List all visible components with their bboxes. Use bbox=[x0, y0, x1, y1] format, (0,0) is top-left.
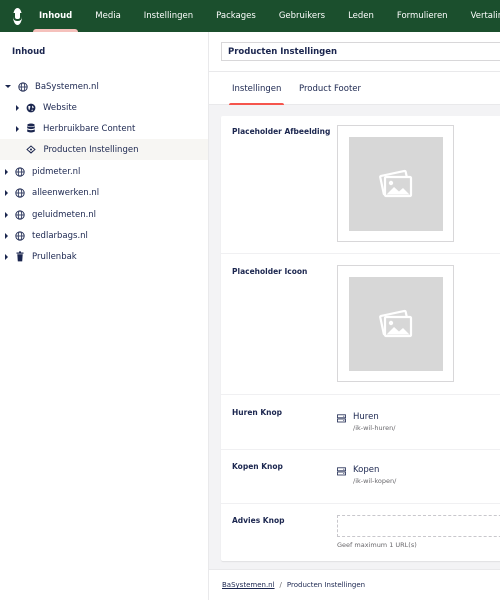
link-url: /ik-wil-huren/ bbox=[353, 424, 396, 432]
tree-item-label: alleenwerken.nl bbox=[32, 187, 100, 198]
caret-right-icon[interactable] bbox=[16, 125, 19, 132]
content-tree-sidebar: Inhoud BaSystemen.nl Website Herbruikbar… bbox=[0, 32, 209, 600]
tab-product-footer[interactable]: Product Footer bbox=[299, 72, 361, 105]
editor-header bbox=[209, 32, 500, 71]
link-icon bbox=[337, 414, 346, 423]
globe-filled-icon bbox=[25, 102, 36, 113]
link-item-kopen[interactable]: Kopen /ik-wil-kopen/ bbox=[337, 465, 396, 485]
placeholder-icoon-picker[interactable] bbox=[337, 265, 454, 382]
top-navigation-bar: Inhoud Media Instellingen Packages Gebru… bbox=[0, 0, 500, 32]
nav-item-instellingen[interactable]: Instellingen bbox=[144, 0, 193, 32]
link-url: /ik-wil-kopen/ bbox=[353, 477, 397, 485]
tree-item-tedlarbags[interactable]: tedlarbags.nl bbox=[0, 225, 208, 246]
tab-label: Product Footer bbox=[299, 83, 362, 94]
caret-down-icon[interactable] bbox=[5, 85, 11, 88]
link-icon bbox=[337, 467, 346, 476]
settings-icon bbox=[26, 144, 37, 155]
tab-instellingen[interactable]: Instellingen bbox=[229, 72, 285, 105]
image-icon bbox=[379, 169, 413, 198]
image-placeholder[interactable] bbox=[349, 277, 443, 371]
globe-icon bbox=[14, 209, 25, 220]
property-label-advies-knop: Advies Knop bbox=[232, 516, 285, 525]
globe-icon bbox=[14, 166, 25, 177]
breadcrumb: BaSystemen.nl / Producten Instellingen bbox=[209, 569, 500, 600]
tree-item-herbruikbare-content[interactable]: Herbruikbare Content bbox=[0, 118, 208, 139]
caret-right-icon[interactable] bbox=[5, 189, 8, 196]
link-name: Kopen bbox=[353, 465, 380, 475]
breadcrumb-link-basystemen[interactable]: BaSystemen.nl bbox=[222, 581, 275, 589]
property-label-placeholder-icoon: Placeholder Icoon bbox=[232, 267, 308, 276]
properties-panel: Placeholder Afbeelding Placeholder Icoon bbox=[221, 116, 500, 561]
link-name: Huren bbox=[353, 412, 379, 422]
image-icon bbox=[379, 309, 413, 338]
tree-item-label: Prullenbak bbox=[32, 251, 77, 262]
editor-tabs: Instellingen Product Footer bbox=[209, 71, 500, 105]
caret-right-icon[interactable] bbox=[16, 104, 19, 111]
content-editor: Instellingen Product Footer Placeholder … bbox=[209, 32, 500, 600]
property-label-kopen-knop: Kopen Knop bbox=[232, 462, 283, 471]
tree-item-alleenwerken[interactable]: alleenwerken.nl bbox=[0, 182, 208, 203]
placeholder-afbeelding-picker[interactable] bbox=[337, 125, 454, 242]
property-label-placeholder-afbeelding: Placeholder Afbeelding bbox=[232, 127, 331, 136]
nav-item-packages[interactable]: Packages bbox=[216, 0, 256, 32]
add-link-button[interactable] bbox=[337, 515, 500, 537]
tree-item-basystemen[interactable]: BaSystemen.nl bbox=[0, 76, 208, 97]
database-icon bbox=[25, 123, 36, 134]
active-tab-indicator bbox=[229, 103, 285, 105]
tree-item-label: Website bbox=[43, 102, 77, 113]
nav-item-leden[interactable]: Leden bbox=[348, 0, 374, 32]
tree-item-label: Producten Instellingen bbox=[43, 144, 139, 155]
nav-item-vertaling[interactable]: Vertaling bbox=[471, 0, 500, 32]
caret-right-icon[interactable] bbox=[5, 253, 8, 260]
caret-right-icon[interactable] bbox=[5, 168, 8, 175]
globe-icon bbox=[17, 81, 28, 92]
tree-item-label: BaSystemen.nl bbox=[35, 81, 99, 92]
tab-label: Instellingen bbox=[232, 83, 282, 94]
tree-item-label: geluidmeten.nl bbox=[32, 209, 97, 220]
globe-icon bbox=[14, 230, 25, 241]
link-item-huren[interactable]: Huren /ik-wil-huren/ bbox=[337, 412, 395, 432]
tree-item-label: tedlarbags.nl bbox=[32, 230, 88, 241]
nav-item-media[interactable]: Media bbox=[95, 0, 121, 32]
globe-icon bbox=[14, 187, 25, 198]
nav-item-formulieren[interactable]: Formulieren bbox=[397, 0, 448, 32]
nav-item-inhoud[interactable]: Inhoud bbox=[32, 0, 79, 32]
sidebar-title: Inhoud bbox=[12, 47, 46, 57]
tree-item-label: Herbruikbare Content bbox=[43, 123, 136, 134]
advies-helper-text: Geef maximum 1 URL(s) bbox=[337, 541, 417, 549]
tree-item-producten-instellingen[interactable]: Producten Instellingen bbox=[0, 139, 208, 160]
umbraco-logo-icon[interactable] bbox=[13, 7, 22, 25]
caret-right-icon[interactable] bbox=[5, 211, 8, 218]
tree-item-label: pidmeter.nl bbox=[32, 166, 81, 177]
image-placeholder[interactable] bbox=[349, 137, 443, 231]
tree-item-pidmeter[interactable]: pidmeter.nl bbox=[0, 161, 208, 182]
property-label-huren-knop: Huren Knop bbox=[232, 408, 283, 417]
tree-item-website[interactable]: Website bbox=[0, 97, 208, 118]
breadcrumb-separator: / bbox=[279, 581, 282, 589]
tree-item-prullenbak[interactable]: Prullenbak bbox=[0, 246, 208, 267]
nav-item-gebruikers[interactable]: Gebruikers bbox=[279, 0, 325, 32]
trash-icon bbox=[14, 251, 25, 262]
caret-right-icon[interactable] bbox=[5, 232, 8, 239]
tree-item-geluidmeten[interactable]: geluidmeten.nl bbox=[0, 204, 208, 225]
breadcrumb-current: Producten Instellingen bbox=[286, 581, 366, 589]
content-name-input[interactable] bbox=[221, 42, 500, 61]
